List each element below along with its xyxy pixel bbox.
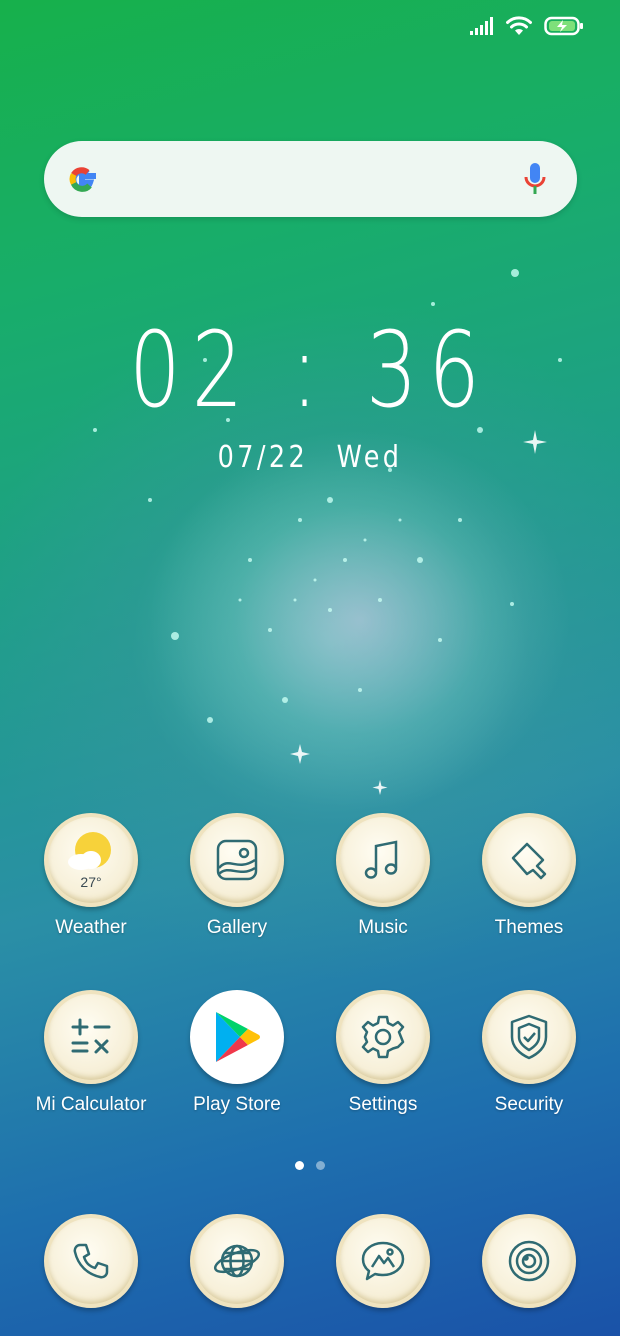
google-search-bar[interactable] [44, 141, 577, 217]
page-dot[interactable] [316, 1161, 325, 1170]
clock-date[interactable]: 07/22 Wed [47, 440, 574, 475]
gear-icon [336, 990, 430, 1084]
day-text: Wed [336, 440, 403, 475]
app-themes[interactable]: Themes [456, 813, 602, 939]
google-logo [69, 167, 96, 192]
themes-icon [482, 813, 576, 907]
app-label: Play Store [193, 1094, 281, 1115]
clock-time[interactable]: 02 : 36 [68, 318, 552, 422]
weather-icon: 27° [44, 813, 138, 907]
date-text: 07/22 [217, 440, 309, 475]
app-label: Music [358, 917, 408, 938]
app-weather[interactable]: 27° Weather [18, 813, 164, 939]
dock-messages[interactable] [310, 1214, 456, 1308]
page-dot-active[interactable] [295, 1161, 304, 1170]
app-play-store[interactable]: Play Store [164, 990, 310, 1116]
camera-icon [482, 1214, 576, 1308]
app-label: Weather [55, 917, 127, 938]
wifi-icon [506, 16, 532, 35]
app-label: Security [494, 1094, 564, 1115]
mic-icon[interactable] [523, 163, 547, 197]
music-icon [336, 813, 430, 907]
app-gallery[interactable]: Gallery [164, 813, 310, 939]
app-label: Gallery [206, 917, 268, 938]
app-mi-calculator[interactable]: Mi Calculator [18, 990, 164, 1116]
app-security[interactable]: Security [456, 990, 602, 1116]
signal-icon [470, 17, 493, 35]
dock-phone[interactable] [18, 1214, 164, 1308]
app-label: Mi Calculator [35, 1094, 147, 1115]
shield-icon [482, 990, 576, 1084]
weather-temp: 27° [80, 874, 102, 890]
app-label: Settings [348, 1094, 418, 1115]
phone-icon [44, 1214, 138, 1308]
calculator-icon [44, 990, 138, 1084]
messages-icon [336, 1214, 430, 1308]
browser-globe-icon [190, 1214, 284, 1308]
play-store-icon [190, 990, 284, 1084]
dock-browser[interactable] [164, 1214, 310, 1308]
app-label: Themes [494, 917, 564, 938]
gallery-icon [190, 813, 284, 907]
app-settings[interactable]: Settings [310, 990, 456, 1116]
battery-charging-icon [544, 16, 583, 36]
status-bar [470, 16, 584, 36]
app-music[interactable]: Music [310, 813, 456, 939]
dock-camera[interactable] [456, 1214, 602, 1308]
